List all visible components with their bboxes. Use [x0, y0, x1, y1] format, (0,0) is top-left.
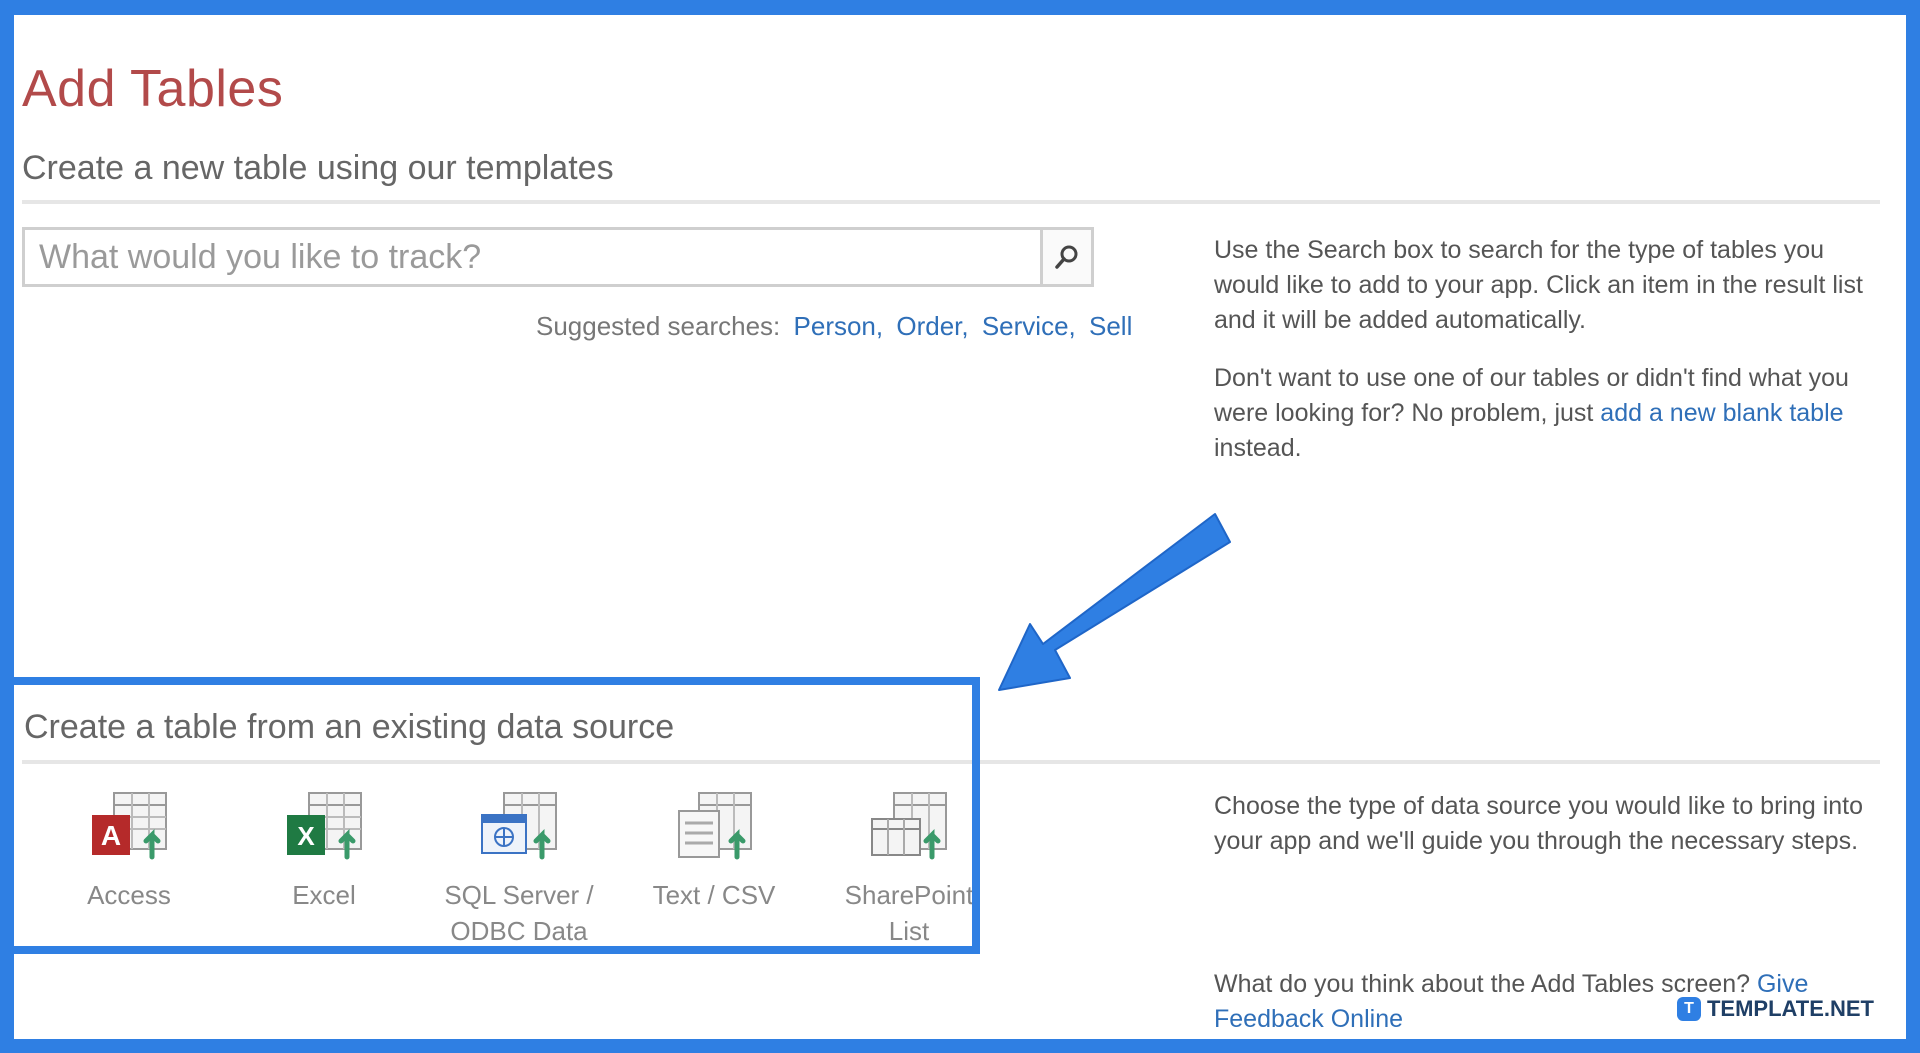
highlight-box	[0, 677, 980, 954]
suggested-label: Suggested searches:	[536, 311, 781, 341]
search-icon	[1055, 245, 1078, 269]
search-help-text: Use the Search box to search for the typ…	[1214, 236, 1863, 334]
brand-name: TEMPLATE.NET	[1706, 996, 1874, 1021]
datasource-help-text: Choose the type of data source you would…	[1214, 792, 1864, 855]
add-blank-table-link[interactable]: add a new blank table	[1600, 399, 1843, 427]
page-title: Add Tables	[22, 60, 284, 118]
divider	[22, 200, 1880, 204]
suggestion-sell[interactable]: Sell	[1089, 311, 1132, 341]
suggested-searches: Suggested searches: Person, Order, Servi…	[536, 311, 1132, 342]
blank-help-suffix: instead.	[1214, 434, 1302, 462]
pointer-arrow-icon	[998, 513, 1231, 691]
suggestion-order[interactable]: Order,	[896, 311, 968, 341]
search-box	[22, 227, 1094, 287]
brand-logo: T TEMPLATE.NET	[1676, 996, 1874, 1022]
suggestion-service[interactable]: Service,	[982, 311, 1076, 341]
search-button[interactable]	[1040, 230, 1091, 284]
brand-mark: T	[1676, 997, 1701, 1021]
feedback-prefix: What do you think about the Add Tables s…	[1214, 970, 1757, 998]
blank-table-help: Don't want to use one of our tables or d…	[1214, 361, 1874, 466]
search-input[interactable]	[25, 230, 1035, 284]
suggestion-person[interactable]: Person,	[794, 311, 884, 341]
templates-section-title: Create a new table using our templates	[22, 149, 614, 187]
